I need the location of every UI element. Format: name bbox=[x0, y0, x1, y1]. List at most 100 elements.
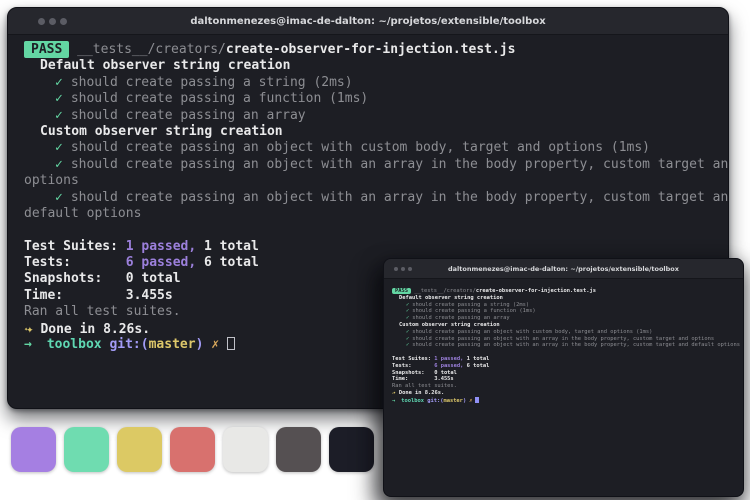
color-swatch-red bbox=[170, 427, 215, 472]
color-palette bbox=[11, 427, 374, 472]
test-result-line: ✓should create passing a function (1ms) bbox=[392, 308, 743, 315]
summary-label: Snapshots: bbox=[24, 271, 126, 286]
git-suffix: ) bbox=[463, 398, 466, 404]
git-suffix: ) bbox=[196, 337, 204, 352]
blank-line bbox=[24, 222, 728, 238]
summary-label: Time: bbox=[392, 376, 434, 382]
test-result-line: ✓should create passing a string (2ms) bbox=[392, 302, 743, 309]
test-file-line: PASS __tests__/creators/create-observer-… bbox=[392, 288, 743, 295]
test-file-name: create-observer-for-injection.test.js bbox=[226, 42, 516, 57]
test-result-line: ✓ should create passing an object with an… bbox=[24, 157, 728, 173]
test-result-text: should create passing an object with an … bbox=[71, 157, 729, 172]
terminal-window-mini: daltonmenezes@imac-de-dalton: ~/projetos… bbox=[383, 258, 744, 497]
test-result-line: ✓should create passing an object with an… bbox=[392, 336, 743, 343]
suite-heading-custom: Custom observer string creation bbox=[24, 124, 728, 140]
test-result-line: ✓should create passing an array bbox=[392, 315, 743, 322]
summary-passed: 1 passed, bbox=[434, 356, 463, 362]
test-result-line: ✓should create passing a string (2ms) bbox=[24, 75, 728, 91]
minimize-button[interactable] bbox=[49, 18, 56, 25]
color-swatch-gray bbox=[276, 427, 321, 472]
summary-value: 3.455s bbox=[434, 376, 453, 382]
terminal-output[interactable]: PASS __tests__/creators/create-observer-… bbox=[384, 279, 743, 404]
check-icon: ✓ bbox=[406, 308, 409, 314]
check-icon: ✓ bbox=[55, 157, 63, 172]
test-result-text: should create passing an array bbox=[71, 108, 306, 123]
check-icon: ✓ bbox=[406, 342, 409, 348]
color-swatch-yellow bbox=[117, 427, 162, 472]
check-icon: ✓ bbox=[406, 329, 409, 335]
check-icon: ✓ bbox=[55, 108, 63, 123]
suite-heading-default: Default observer string creation bbox=[392, 295, 743, 302]
summary-total: 1 total bbox=[196, 239, 259, 254]
summary-passed: 6 passed, bbox=[126, 255, 196, 270]
git-branch: master bbox=[149, 337, 196, 352]
window-controls bbox=[38, 8, 67, 34]
done-text: Done in 8.26s. bbox=[40, 322, 150, 337]
suite-heading-default: Default observer string creation bbox=[24, 58, 728, 74]
check-icon: ✓ bbox=[55, 91, 63, 106]
git-prefix: git:( bbox=[424, 398, 443, 404]
check-icon: ✓ bbox=[406, 315, 409, 321]
test-result-line: ✓ should create passing an array bbox=[24, 108, 728, 124]
test-result-text: should create passing an array bbox=[412, 315, 509, 321]
summary-snapshots: Snapshots: 0 total bbox=[392, 370, 743, 377]
check-icon: ✓ bbox=[406, 336, 409, 342]
color-swatch-dark bbox=[329, 427, 374, 472]
test-result-text: should create passing an object with cus… bbox=[71, 140, 650, 155]
minimize-button[interactable] bbox=[401, 267, 405, 271]
color-swatch-white bbox=[223, 427, 268, 472]
test-result-line: ✓should create passing an object with an… bbox=[392, 342, 743, 349]
window-title: daltonmenezes@imac-de-dalton: ~/projetos… bbox=[384, 259, 743, 278]
zoom-button[interactable] bbox=[408, 267, 412, 271]
test-result-text: should create passing a string (2ms) bbox=[71, 75, 353, 90]
summary-label: Time: bbox=[24, 288, 126, 303]
check-icon: ✓ bbox=[55, 140, 63, 155]
git-branch: master bbox=[443, 398, 462, 404]
pass-badge: PASS bbox=[392, 288, 411, 294]
summary-label: Tests: bbox=[24, 255, 126, 270]
color-swatch-purple bbox=[11, 427, 56, 472]
titlebar[interactable]: daltonmenezes@imac-de-dalton: ~/projetos… bbox=[8, 8, 728, 35]
summary-time: Time: 3.455s bbox=[392, 376, 743, 383]
sparkle-icon: ✦ bbox=[26, 321, 33, 337]
window-controls bbox=[394, 259, 412, 278]
test-result-wrap: options bbox=[24, 173, 728, 189]
test-file-line: PASS __tests__/creators/create-observer-… bbox=[24, 42, 728, 58]
test-result-text: should create passing a string (2ms) bbox=[412, 302, 529, 308]
blank-line bbox=[392, 349, 743, 356]
summary-total: 6 total bbox=[463, 363, 489, 369]
ran-all-line: Ran all test suites. bbox=[392, 383, 743, 390]
summary-value: 3.455s bbox=[126, 288, 173, 303]
prompt-arrow-icon: → bbox=[24, 337, 32, 352]
test-result-wrap: default options bbox=[24, 206, 728, 222]
done-text: Done in 8.26s. bbox=[399, 390, 444, 396]
prompt-arrow-icon: → bbox=[392, 398, 395, 404]
test-result-text: should create passing a function (1ms) bbox=[71, 91, 368, 106]
prompt-dir: toolbox bbox=[401, 398, 424, 404]
close-button[interactable] bbox=[394, 267, 398, 271]
summary-suites: Test Suites: 1 passed, 1 total bbox=[24, 239, 728, 255]
test-file-dir: __tests__/creators/ bbox=[411, 288, 476, 294]
close-button[interactable] bbox=[38, 18, 45, 25]
git-dirty-icon: ✗ bbox=[211, 337, 219, 352]
check-icon: ✓ bbox=[55, 190, 63, 205]
test-result-line: ✓should create passing an object with cu… bbox=[392, 329, 743, 336]
check-icon: ✓ bbox=[406, 302, 409, 308]
summary-tests: Tests: 6 passed, 6 total bbox=[392, 363, 743, 370]
test-result-line: ✓should create passing an object with an… bbox=[24, 190, 728, 206]
prompt-line[interactable]: →toolbox git:(master)✗ bbox=[392, 397, 743, 404]
color-swatch-mint bbox=[64, 427, 109, 472]
test-result-line: ✓ should create passing a function (1ms) bbox=[24, 91, 728, 107]
pass-badge: PASS bbox=[24, 41, 69, 58]
summary-passed: 1 passed, bbox=[126, 239, 196, 254]
summary-label: Test Suites: bbox=[392, 356, 434, 362]
window-title: daltonmenezes@imac-de-dalton: ~/projetos… bbox=[8, 8, 728, 34]
suite-heading-custom: Custom observer string creation bbox=[392, 322, 743, 329]
test-result-text: should create passing an object with an … bbox=[412, 342, 740, 348]
summary-passed: 6 passed, bbox=[434, 363, 463, 369]
zoom-button[interactable] bbox=[60, 18, 67, 25]
sparkle-icon: ✦ bbox=[393, 390, 396, 397]
summary-total: 6 total bbox=[196, 255, 259, 270]
test-file-dir: __tests__/creators/ bbox=[69, 42, 226, 57]
titlebar[interactable]: daltonmenezes@imac-de-dalton: ~/projetos… bbox=[384, 259, 743, 279]
